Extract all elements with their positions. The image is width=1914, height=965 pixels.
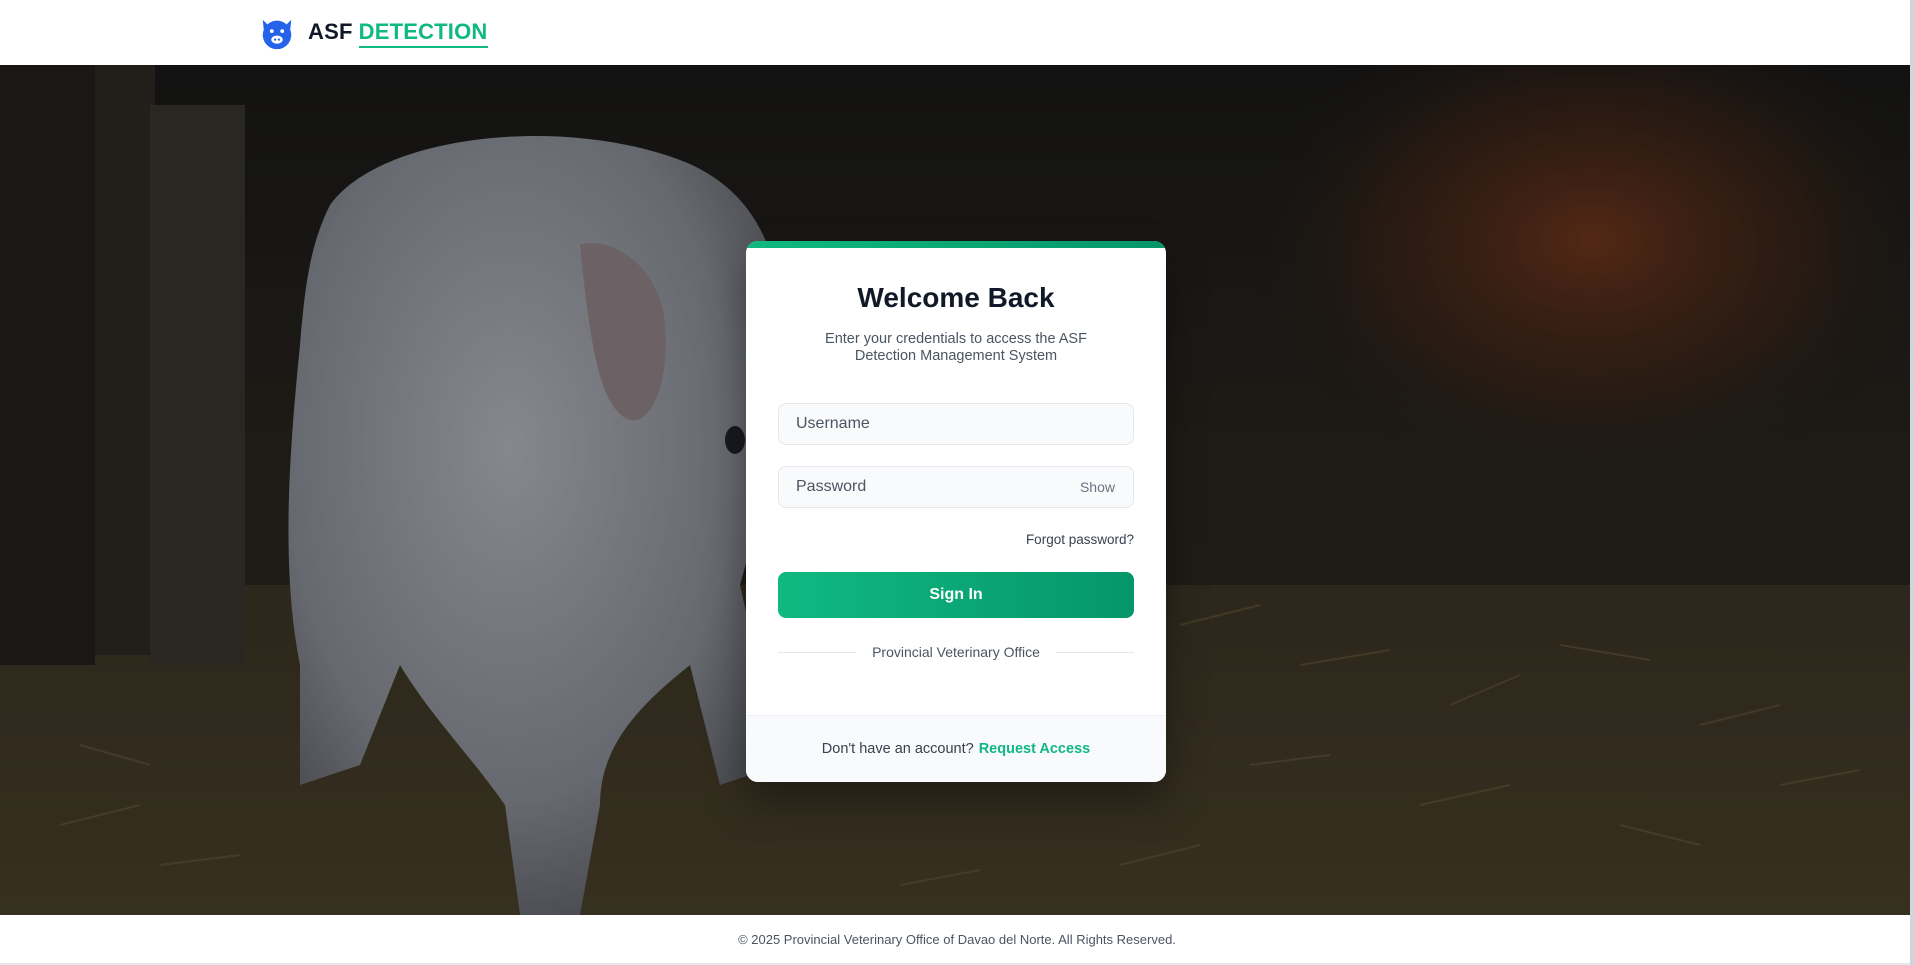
forgot-password-row: Forgot password? — [778, 531, 1134, 549]
page-footer: © 2025 Provincial Veterinary Office of D… — [0, 915, 1914, 965]
login-subtitle: Enter your credentials to access the ASF… — [825, 331, 1087, 364]
username-field-wrapper — [778, 403, 1134, 445]
sign-in-button[interactable]: Sign In — [778, 572, 1134, 618]
divider-line-right — [1055, 651, 1135, 653]
divider: Provincial Veterinary Office — [778, 644, 1135, 660]
pig-icon — [262, 19, 292, 50]
brand-prefix: ASF — [308, 18, 353, 44]
welcome-title: Welcome Back — [857, 282, 1055, 313]
top-navbar: ASF DETECTION — [0, 0, 1914, 65]
card-accent-bar — [746, 241, 1166, 248]
no-account-prompt: Don't have an account? — [821, 741, 974, 757]
card-footer: Don't have an account? Request Access — [746, 715, 1166, 782]
login-page: ASF DETECTION Welcome Back Enter your cr… — [0, 0, 1914, 965]
show-password-toggle[interactable]: Show — [1080, 479, 1115, 495]
login-card: Welcome Back Enter your credentials to a… — [746, 241, 1166, 782]
forgot-password-link[interactable]: Forgot password? — [1026, 532, 1134, 547]
brand-name: ASF DETECTION — [308, 19, 488, 48]
brand[interactable]: ASF DETECTION — [258, 14, 488, 52]
divider-text: Provincial Veterinary Office — [872, 644, 1040, 660]
password-field-wrapper: Show — [778, 466, 1134, 508]
window-scrollbar[interactable] — [1910, 0, 1914, 965]
brand-accent: DETECTION — [358, 19, 488, 48]
username-input[interactable] — [779, 404, 1133, 444]
copyright-text: © 2025 Provincial Veterinary Office of D… — [738, 931, 1176, 947]
request-access-link[interactable]: Request Access — [979, 741, 1091, 757]
divider-line-left — [778, 651, 857, 653]
